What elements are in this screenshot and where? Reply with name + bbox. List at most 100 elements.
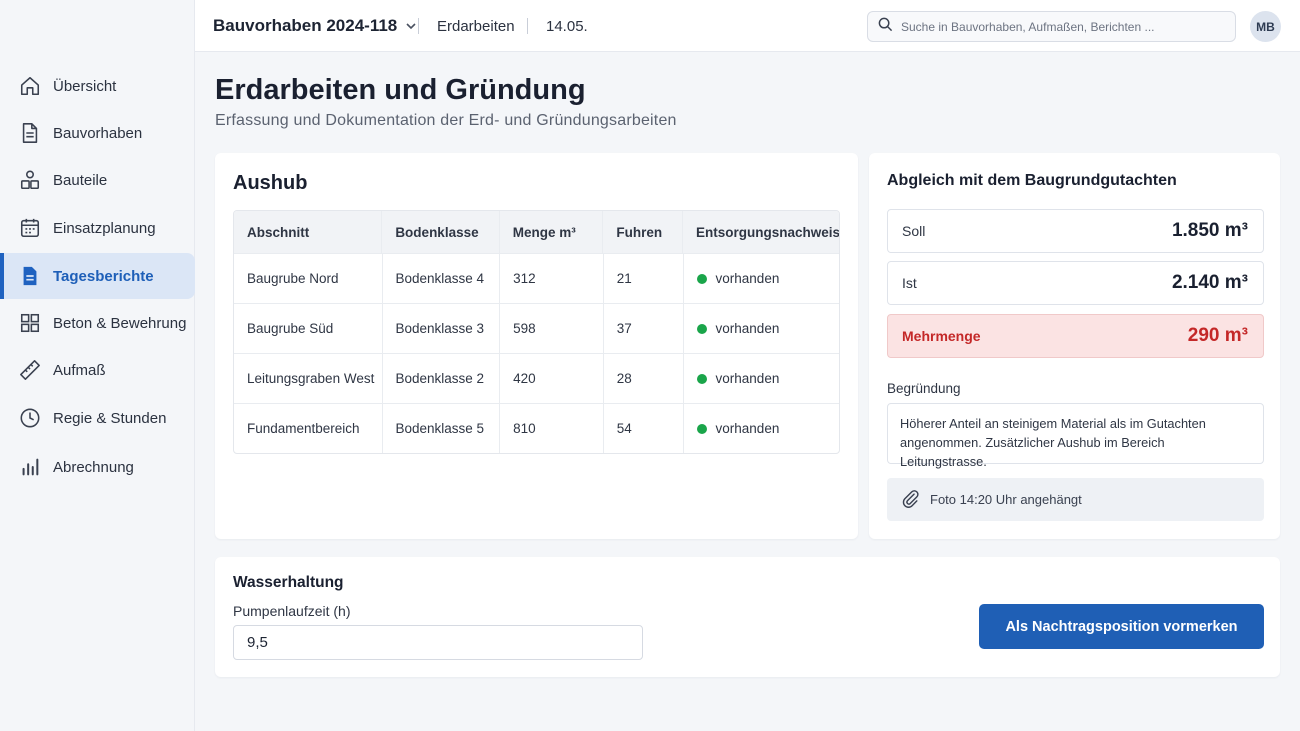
cell-menge: 420: [499, 354, 603, 403]
cell-fuhren: 54: [602, 404, 683, 453]
attachment-row[interactable]: Foto 14:20 Uhr angehängt: [887, 478, 1264, 521]
sidebar-item-label: Bauteile: [53, 171, 108, 189]
soll-value: 1.850 m³: [1171, 220, 1248, 241]
sidebar-item-abrechnung[interactable]: Abrechnung: [0, 444, 195, 490]
ist-value: 2.140 m³: [1171, 272, 1248, 293]
status-label: vorhanden: [715, 271, 780, 286]
breadcrumb-section[interactable]: Erdarbeiten: [437, 0, 515, 52]
aushub-title: Aushub: [233, 172, 308, 194]
cell-bodenklasse: Bodenklasse 5: [381, 404, 500, 453]
header-divider: [527, 18, 528, 34]
status-dot-icon: [696, 273, 707, 284]
sidebar-item-label: Einsatzplanung: [53, 219, 156, 237]
sidebar-item-label: Aufmaß: [53, 361, 106, 379]
status-dot-icon: [696, 373, 707, 384]
cell-abschnitt: Baugrube Süd: [247, 321, 334, 336]
status-dot-icon: [696, 423, 707, 434]
mehrmenge-value: 290 m³: [1187, 325, 1248, 346]
cell-nachweis: vorhanden: [682, 304, 839, 353]
column-header-bodenklasse[interactable]: Bodenklasse: [381, 211, 498, 253]
avatar[interactable]: MB: [1250, 11, 1281, 42]
mehrmenge-label: Mehrmenge: [902, 328, 981, 344]
header-divider: [418, 18, 419, 34]
page-title: Erdarbeiten und Gründung: [215, 74, 586, 106]
table-row[interactable]: Baugrube Nord Bodenklasse 4 312 21 vorha…: [234, 253, 839, 303]
grid-icon: [19, 312, 41, 334]
cell-abschnitt: Baugrube Nord: [247, 271, 339, 286]
column-header-abschnitt[interactable]: Abschnitt: [234, 211, 381, 253]
begruendung-label: Begründung: [887, 381, 961, 396]
sidebar-item-aufmass[interactable]: Aufmaß: [0, 347, 195, 393]
ist-row: Ist 2.140 m³: [887, 261, 1264, 305]
sidebar-item-label: Übersicht: [53, 77, 117, 95]
status-label: vorhanden: [715, 321, 780, 336]
cell-nachweis: vorhanden: [682, 354, 839, 403]
sidebar-item-uebersicht[interactable]: Übersicht: [0, 63, 195, 109]
column-header-fuhren[interactable]: Fuhren: [602, 211, 682, 253]
soll-row: Soll 1.850 m³: [887, 209, 1264, 253]
cell-bodenklasse: Bodenklasse 3: [381, 304, 500, 353]
project-selector[interactable]: Bauvorhaben 2024-118: [213, 0, 417, 52]
breadcrumb-date[interactable]: 14.05.: [546, 0, 588, 52]
cell-abschnitt: Fundamentbereich: [247, 421, 360, 436]
column-header-menge[interactable]: Menge m³: [498, 211, 603, 253]
status-dot-icon: [696, 323, 707, 334]
cell-menge: 598: [499, 304, 603, 353]
table-header-row: Abschnitt Bodenklasse Menge m³ Fuhren En…: [234, 211, 839, 253]
sidebar-item-label: Bauvorhaben: [53, 124, 143, 142]
cell-bodenklasse: Bodenklasse 4: [381, 254, 500, 303]
project-name: Bauvorhaben 2024-118: [213, 16, 398, 35]
calendar-icon: [19, 217, 41, 239]
search-box[interactable]: [867, 11, 1236, 42]
sidebar-item-bauvorhaben[interactable]: Bauvorhaben: [0, 110, 195, 156]
begruendung-text[interactable]: Höherer Anteil an steinigem Material als…: [887, 403, 1264, 469]
sidebar-item-beton-bewehrung[interactable]: Beton & Bewehrung: [0, 300, 195, 346]
pumpenlaufzeit-label: Pumpenlaufzeit (h): [233, 603, 351, 619]
clock-icon: [19, 407, 41, 429]
pumpenlaufzeit-input[interactable]: [233, 625, 643, 660]
ist-label: Ist: [902, 275, 917, 291]
table-row[interactable]: Fundamentbereich Bodenklasse 5 810 54 vo…: [234, 403, 839, 453]
cell-nachweis: vorhanden: [682, 404, 839, 453]
soll-label: Soll: [902, 223, 926, 239]
nachtrag-button[interactable]: Als Nachtragsposition vormerken: [979, 604, 1264, 649]
sidebar-item-label: Regie & Stunden: [53, 409, 167, 427]
cell-fuhren: 37: [602, 304, 683, 353]
abgleich-card: Abgleich mit dem Baugrundgutachten Soll …: [869, 153, 1280, 539]
sidebar-item-label: Beton & Bewehrung: [53, 314, 187, 332]
aushub-card: Aushub Abschnitt Bodenklasse Menge m³ Fu…: [215, 153, 858, 539]
cell-fuhren: 21: [602, 254, 683, 303]
status-label: vorhanden: [715, 371, 780, 386]
sidebar-item-tagesberichte[interactable]: Tagesberichte: [0, 253, 195, 299]
mehrmenge-row: Mehrmenge 290 m³: [887, 314, 1264, 358]
chevron-down-icon: [405, 20, 417, 32]
attachment-label: Foto 14:20 Uhr angehängt: [930, 492, 1082, 507]
wasserhaltung-title: Wasserhaltung: [233, 574, 344, 591]
table-row[interactable]: Leitungsgraben West Bodenklasse 2 420 28…: [234, 353, 839, 403]
table-row[interactable]: Baugrube Süd Bodenklasse 3 598 37 vorhan…: [234, 303, 839, 353]
page-subtitle: Erfassung und Dokumentation der Erd- und…: [215, 112, 677, 129]
aushub-table: Abschnitt Bodenklasse Menge m³ Fuhren En…: [233, 210, 840, 454]
wasserhaltung-card: Wasserhaltung Pumpenlaufzeit (h) Als Nac…: [215, 557, 1280, 677]
cell-menge: 312: [499, 254, 603, 303]
document-icon: [19, 122, 41, 144]
bar-chart-icon: [19, 456, 41, 478]
sidebar-item-label: Tagesberichte: [53, 267, 154, 285]
cell-menge: 810: [499, 404, 603, 453]
ruler-icon: [19, 359, 41, 381]
search-input[interactable]: [901, 19, 1221, 34]
cell-fuhren: 28: [602, 354, 683, 403]
column-header-entsorgungsnachweis[interactable]: Entsorgungsnachweis: [682, 211, 839, 253]
sidebar-item-regie-stunden[interactable]: Regie & Stunden: [0, 395, 195, 441]
cell-abschnitt: Leitungsgraben West: [247, 371, 375, 386]
abgleich-title: Abgleich mit dem Baugrundgutachten: [887, 172, 1177, 189]
cell-nachweis: vorhanden: [682, 254, 839, 303]
search-icon: [878, 17, 893, 37]
home-icon: [19, 75, 41, 97]
sidebar-item-label: Abrechnung: [53, 458, 134, 476]
paperclip-icon: [901, 489, 930, 511]
sidebar-item-einsatzplanung[interactable]: Einsatzplanung: [0, 205, 195, 251]
sidebar-item-bauteile[interactable]: Bauteile: [0, 157, 195, 203]
status-label: vorhanden: [715, 421, 780, 436]
report-icon: [19, 265, 41, 287]
